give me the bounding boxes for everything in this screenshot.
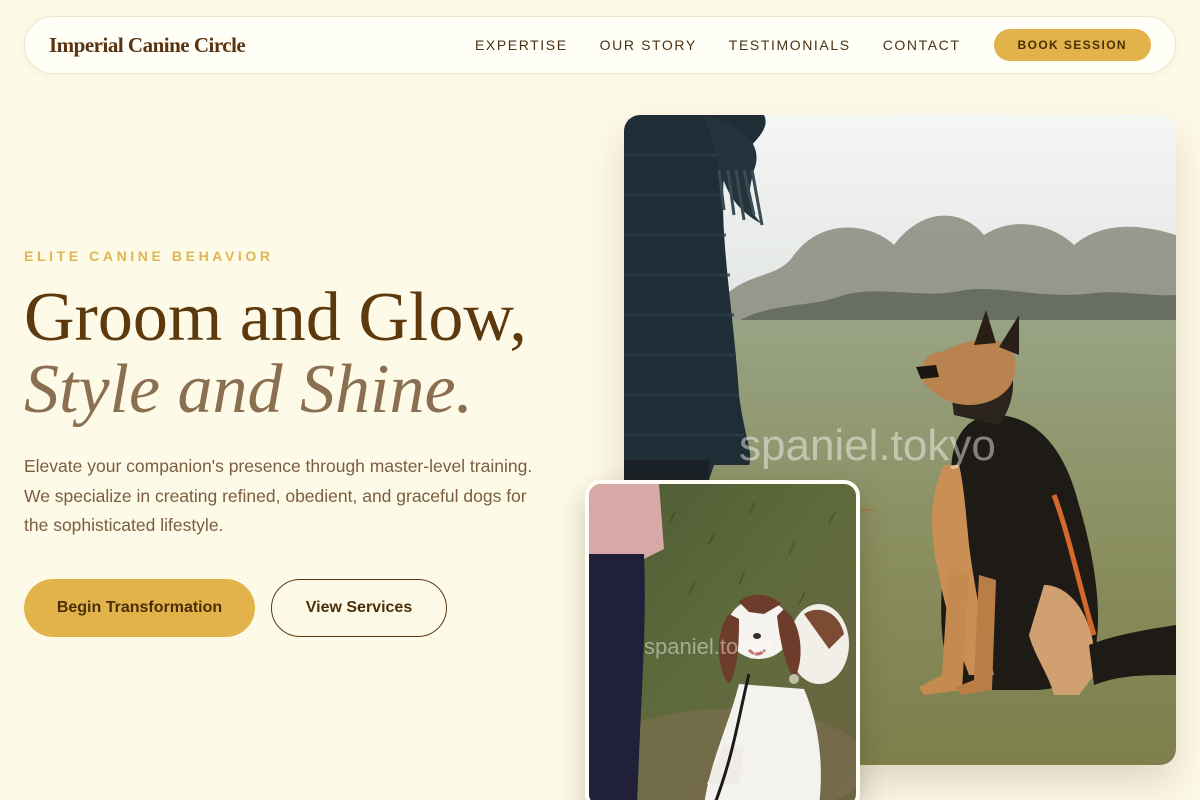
spaniel-photo: spaniel.tokyo bbox=[585, 480, 860, 800]
small-photo-watermark: spaniel.tokyo bbox=[644, 634, 772, 659]
top-navigation: Imperial Canine Circle EXPERTISE OUR STO… bbox=[24, 16, 1176, 74]
spaniel-illustration: spaniel.tokyo bbox=[589, 484, 856, 800]
nav-link-our-story[interactable]: OUR STORY bbox=[600, 37, 697, 53]
hero-eyebrow: ELITE CANINE BEHAVIOR bbox=[24, 248, 274, 264]
nav-links: EXPERTISE OUR STORY TESTIMONIALS CONTACT… bbox=[443, 29, 1151, 61]
nav-link-expertise[interactable]: EXPERTISE bbox=[475, 37, 568, 53]
book-session-button[interactable]: BOOK SESSION bbox=[993, 29, 1151, 61]
begin-transformation-button[interactable]: Begin Transformation bbox=[24, 579, 255, 637]
nav-link-contact[interactable]: CONTACT bbox=[883, 37, 961, 53]
headline-line-1: Groom and Glow, bbox=[24, 279, 527, 356]
main-photo-watermark: spaniel.tokyo bbox=[739, 421, 996, 470]
nav-link-testimonials[interactable]: TESTIMONIALS bbox=[729, 37, 851, 53]
headline-line-2: Style and Shine. bbox=[24, 351, 474, 428]
view-services-button[interactable]: View Services bbox=[271, 579, 447, 637]
hero-headline: Groom and Glow, Style and Shine. bbox=[24, 282, 527, 426]
brand-logo[interactable]: Imperial Canine Circle bbox=[49, 33, 246, 58]
hero-lead-text: Elevate your companion's presence throug… bbox=[24, 456, 533, 535]
